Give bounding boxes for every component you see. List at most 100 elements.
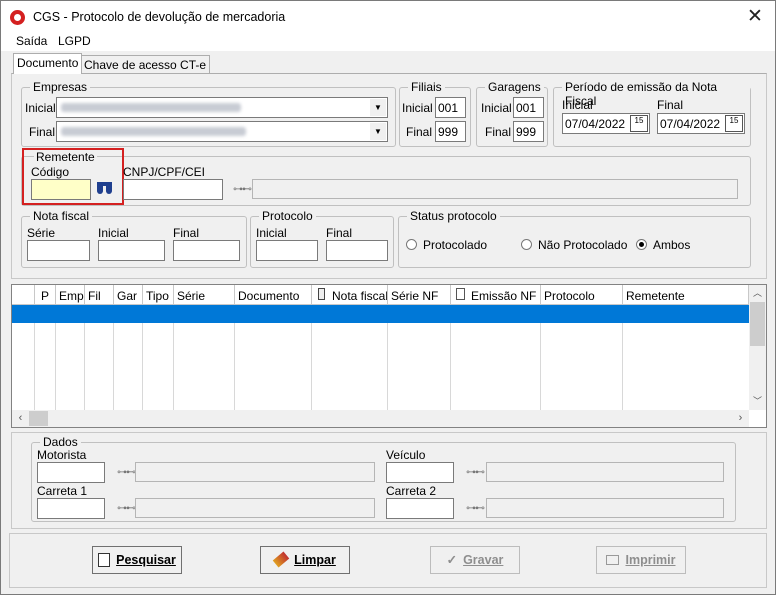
protocolo-inicial-input[interactable] [256, 240, 318, 261]
imprimir-label: Imprimir [625, 553, 676, 567]
nf-final-input[interactable] [173, 240, 240, 261]
binoculars-icon[interactable]: ⊶⊷ [466, 467, 485, 478]
limpar-button[interactable]: Limpar [260, 546, 350, 574]
remetente-cnpj-input[interactable] [123, 179, 223, 200]
grid-header-serie-nf[interactable]: Série NF [388, 285, 451, 305]
protocolo-inicial-label: Inicial [256, 226, 287, 240]
grid-header-emp[interactable]: Emp [56, 285, 85, 305]
veiculo-input[interactable] [386, 462, 454, 483]
nota-fiscal-title: Nota fiscal [30, 209, 93, 223]
binoculars-icon[interactable]: ⊶⊷ [466, 503, 485, 514]
nf-inicial-input[interactable] [98, 240, 165, 261]
motorista-input[interactable] [37, 462, 105, 483]
app-window: CGS - Protocolo de devolução de mercador… [0, 0, 776, 595]
filial-inicial-input[interactable]: 001 [435, 97, 466, 118]
status-title: Status protocolo [407, 209, 500, 223]
grid-selected-row[interactable] [12, 305, 749, 323]
nf-serie-input[interactable] [27, 240, 90, 261]
radio-ambos-label[interactable]: Ambos [653, 238, 690, 252]
carreta1-input[interactable] [37, 498, 105, 519]
nf-inicial-label: Inicial [98, 226, 129, 240]
protocolo-final-input[interactable] [326, 240, 388, 261]
empresa-final-select[interactable]: ▼ [56, 121, 388, 142]
grid-header-p[interactable]: P [35, 285, 56, 305]
empresa-inicial-select[interactable]: ▼ [56, 97, 388, 118]
periodo-final-label: Final [657, 98, 684, 112]
results-grid[interactable]: P Emp Fil Gar Tipo Série Documento Nota … [11, 284, 767, 428]
vertical-scrollbar[interactable]: ︿ ﹀ [749, 285, 766, 410]
protocolo-title: Protocolo [259, 209, 316, 223]
search-doc-icon [98, 553, 111, 567]
garagem-inicial-input[interactable]: 001 [513, 97, 544, 118]
motorista-nome-field [135, 462, 375, 482]
grid-header-fil[interactable]: Fil [85, 285, 114, 305]
grid-header-gar[interactable]: Gar [114, 285, 143, 305]
grid-header-documento[interactable]: Documento [235, 285, 312, 305]
printer-icon [606, 555, 620, 565]
empresas-final-label: Final [29, 125, 56, 139]
radio-ambos[interactable] [636, 239, 647, 250]
pesquisar-button[interactable]: Pesquisar [92, 546, 182, 574]
tab-chave-acesso-cte[interactable]: Chave de acesso CT-e [80, 55, 211, 74]
binoculars-icon[interactable]: ⊶⊷ [117, 467, 136, 478]
imprimir-button[interactable]: Imprimir [596, 546, 686, 574]
close-icon[interactable]: ✕ [741, 5, 769, 29]
remetente-codigo-input[interactable] [31, 179, 91, 200]
grid-header-protocolo[interactable]: Protocolo [541, 285, 623, 305]
gravar-button[interactable]: ✓ Gravar [430, 546, 520, 574]
pesquisar-label: Pesquisar [116, 553, 176, 567]
grid-header-serie[interactable]: Série [174, 285, 235, 305]
filial-final-input[interactable]: 999 [435, 121, 466, 142]
nf-serie-label: Série [27, 226, 56, 240]
scroll-up-icon[interactable]: ︿ [749, 285, 766, 302]
menu-saida[interactable]: Saída [16, 34, 47, 48]
radio-protocolado[interactable] [406, 239, 417, 250]
filiais-inicial-label: Inicial [402, 101, 433, 115]
chevron-down-icon[interactable]: ▼ [370, 99, 386, 116]
carreta1-descricao-field [135, 498, 375, 518]
grid-header-nota-fiscal[interactable]: Nota fiscal [312, 285, 388, 305]
dados-title: Dados [40, 435, 81, 449]
protocolo-final-label: Final [326, 226, 353, 240]
nf-final-label: Final [173, 226, 200, 240]
radio-protocolado-label[interactable]: Protocolado [423, 238, 487, 252]
vertical-scroll-thumb[interactable] [750, 302, 765, 346]
periodo-inicial-date[interactable]: 07/04/2022 15 [562, 113, 650, 134]
radio-nao-protocolado-label[interactable]: Não Protocolado [538, 238, 627, 252]
scroll-right-icon[interactable]: › [732, 410, 749, 427]
calendar-icon[interactable]: 15 [725, 115, 743, 132]
carreta2-input[interactable] [386, 498, 454, 519]
menu-bar: Saída LGPD [1, 33, 775, 51]
scroll-left-icon[interactable]: ‹ [12, 410, 29, 427]
eraser-icon [272, 551, 290, 568]
binoculars-icon[interactable]: ⊶⊷ [117, 503, 136, 514]
calendar-icon[interactable]: 15 [630, 115, 648, 132]
periodo-inicial-label: Inicial [562, 98, 593, 112]
grid-header-indicator [12, 285, 35, 305]
phone-icon [318, 288, 325, 300]
search-binoculars-icon[interactable] [97, 182, 113, 195]
document-icon [456, 288, 465, 300]
grid-header-remetente[interactable]: Remetente [623, 285, 749, 305]
remetente-nome-field [252, 179, 738, 199]
garagem-final-input[interactable]: 999 [513, 121, 544, 142]
horizontal-scroll-thumb[interactable] [29, 411, 48, 426]
empresas-inicial-label: Inicial [25, 101, 56, 115]
grid-header-nota-fiscal-label: Nota fiscal [332, 289, 388, 303]
grid-header-tipo[interactable]: Tipo [143, 285, 174, 305]
menu-lgpd[interactable]: LGPD [58, 34, 91, 48]
grid-header-emissao-nf-label: Emissão NF [471, 289, 537, 303]
empresas-title: Empresas [30, 80, 91, 94]
radio-nao-protocolado[interactable] [521, 239, 532, 250]
remetente-cnpj-label: CNPJ/CPF/CEI [123, 165, 206, 179]
horizontal-scrollbar[interactable]: ‹ › [12, 410, 749, 427]
motorista-label: Motorista [37, 448, 87, 462]
veiculo-label: Veículo [386, 448, 426, 462]
carreta2-descricao-field [486, 498, 724, 518]
grid-header-emissao-nf[interactable]: Emissão NF [451, 285, 541, 305]
chevron-down-icon[interactable]: ▼ [370, 123, 386, 140]
filiais-title: Filiais [408, 80, 445, 94]
scroll-down-icon[interactable]: ﹀ [749, 393, 766, 410]
periodo-final-date[interactable]: 07/04/2022 15 [657, 113, 745, 134]
tab-documento[interactable]: Documento [13, 53, 83, 74]
